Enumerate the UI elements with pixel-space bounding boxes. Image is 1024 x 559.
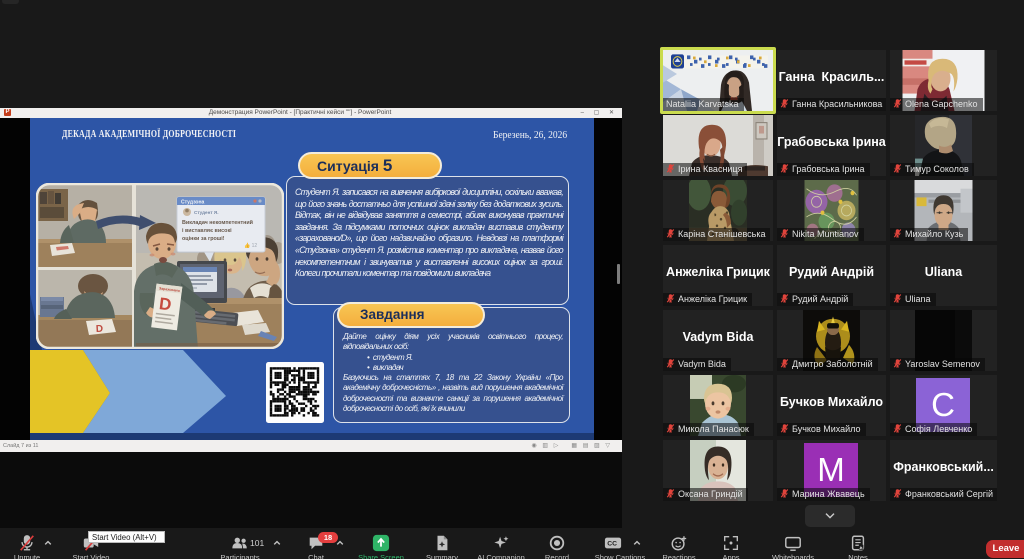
svg-text:CC: CC <box>607 541 617 548</box>
